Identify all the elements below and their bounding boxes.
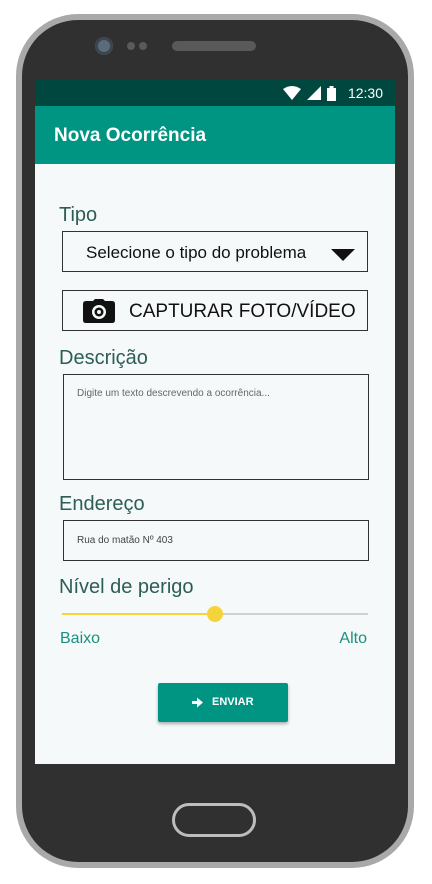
capture-label: CAPTURAR FOTO/VÍDEO [129,301,356,322]
capture-media-button[interactable]: CAPTURAR FOTO/VÍDEO [62,290,368,331]
slider-thumb[interactable] [207,606,223,622]
endereco-label: Endereço [59,493,145,515]
status-icons: 12:30 [282,84,383,102]
submit-button[interactable]: ENVIAR [158,683,288,722]
tipo-select-value: Selecione o tipo do problema [86,243,307,262]
perigo-slider[interactable] [62,605,368,623]
signal-icon [306,86,321,100]
app-bar: Nova Ocorrência [35,106,395,164]
descricao-textarea[interactable]: Digite um texto descrevendo a ocorrência… [63,374,369,480]
arrow-right-icon [192,697,203,708]
sensor-dot [139,42,147,50]
home-button[interactable] [172,803,256,837]
perigo-low-label: Baixo [60,630,101,647]
app-title: Nova Ocorrência [54,125,207,146]
front-camera [95,37,113,55]
endereco-input[interactable]: Rua do matão Nº 403 [63,520,369,561]
battery-icon [326,85,336,101]
submit-label: ENVIAR [212,696,254,708]
dropdown-arrow-icon [331,249,355,261]
status-time: 12:30 [347,85,383,101]
perigo-high-label: Alto [339,630,367,647]
sensor-dot [127,42,135,50]
tipo-select[interactable]: Selecione o tipo do problema [62,231,368,272]
descricao-placeholder: Digite um texto descrevendo a ocorrência… [77,388,270,399]
speaker-grille [172,41,256,51]
wifi-icon [282,86,301,100]
slider-fill [62,613,215,615]
descricao-label: Descrição [59,347,148,369]
endereco-value: Rua do matão Nº 403 [77,535,173,546]
camera-icon [83,299,115,323]
status-bar: 12:30 [35,80,395,106]
app-screen: 12:30 Nova Ocorrência Tipo Selecione o t… [35,80,395,764]
perigo-label: Nível de perigo [59,576,194,598]
tipo-label: Tipo [59,204,98,226]
